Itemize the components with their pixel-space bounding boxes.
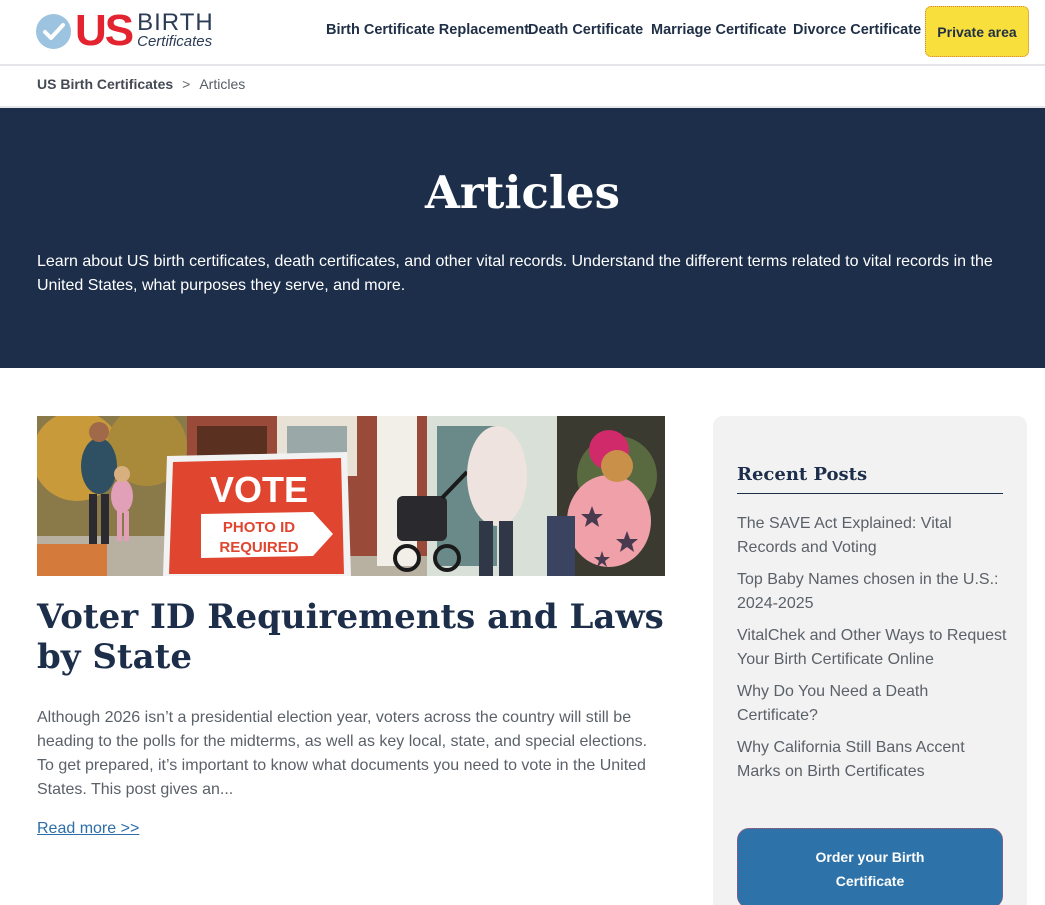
checkmark-icon — [36, 13, 71, 49]
recent-post-link[interactable]: Top Baby Names chosen in the U.S.: 2024-… — [737, 568, 1007, 616]
recent-post-link[interactable]: Why California Still Bans Accent Marks o… — [737, 736, 1007, 784]
sidebar: Recent Posts The SAVE Act Explained: Vit… — [713, 416, 1027, 905]
private-area-button[interactable]: Private area — [925, 6, 1029, 57]
site-logo[interactable]: US BIRTH Certificates — [36, 6, 214, 55]
logo-certificates-text: Certificates — [137, 33, 213, 50]
nav-birth-certificate-replacement[interactable]: Birth Certificate Replacement — [326, 22, 529, 38]
recent-post-link[interactable]: Why Do You Need a Death Certificate? — [737, 680, 1007, 728]
vote-sign: VOTE PHOTO ID REQUIRED — [163, 452, 351, 576]
breadcrumb-separator: > — [182, 76, 191, 92]
recent-posts-list: The SAVE Act Explained: Vital Records an… — [737, 512, 1007, 792]
nav-divorce-certificate[interactable]: Divorce Certificate — [793, 22, 921, 38]
hero-banner: Articles Learn about US birth certificat… — [0, 108, 1045, 368]
article-excerpt: Although 2026 isn’t a presidential elect… — [37, 709, 648, 798]
recent-posts-heading: Recent Posts — [737, 464, 1003, 494]
site-header: US BIRTH Certificates Birth Certificate … — [0, 0, 1045, 66]
recent-post-link[interactable]: VitalChek and Other Ways to Request Your… — [737, 624, 1007, 672]
logo-us-text: US — [75, 6, 134, 55]
read-more-link[interactable]: Read more >> — [37, 820, 139, 838]
breadcrumb-home-link[interactable]: US Birth Certificates — [37, 76, 173, 92]
breadcrumb: US Birth Certificates > Articles — [37, 76, 245, 92]
nav-marriage-certificate[interactable]: Marriage Certificate — [651, 22, 786, 38]
svg-text:REQUIRED: REQUIRED — [219, 539, 298, 556]
logo-birth-text: BIRTH — [137, 9, 214, 36]
order-birth-certificate-button[interactable]: Order your Birth Certificate — [737, 828, 1003, 905]
breadcrumb-current: Articles — [199, 76, 246, 92]
page-description: Learn about US birth certificates, death… — [37, 253, 993, 294]
recent-post-link[interactable]: The SAVE Act Explained: Vital Records an… — [737, 512, 1007, 560]
svg-text:VOTE: VOTE — [210, 469, 308, 510]
article-image[interactable]: VOTE PHOTO ID REQUIRED — [37, 416, 665, 576]
page-title: Articles — [425, 166, 620, 219]
nav-death-certificate[interactable]: Death Certificate — [528, 22, 643, 38]
svg-text:PHOTO ID: PHOTO ID — [223, 519, 295, 536]
article-title[interactable]: Voter ID Requirements and Laws by State — [37, 597, 665, 677]
